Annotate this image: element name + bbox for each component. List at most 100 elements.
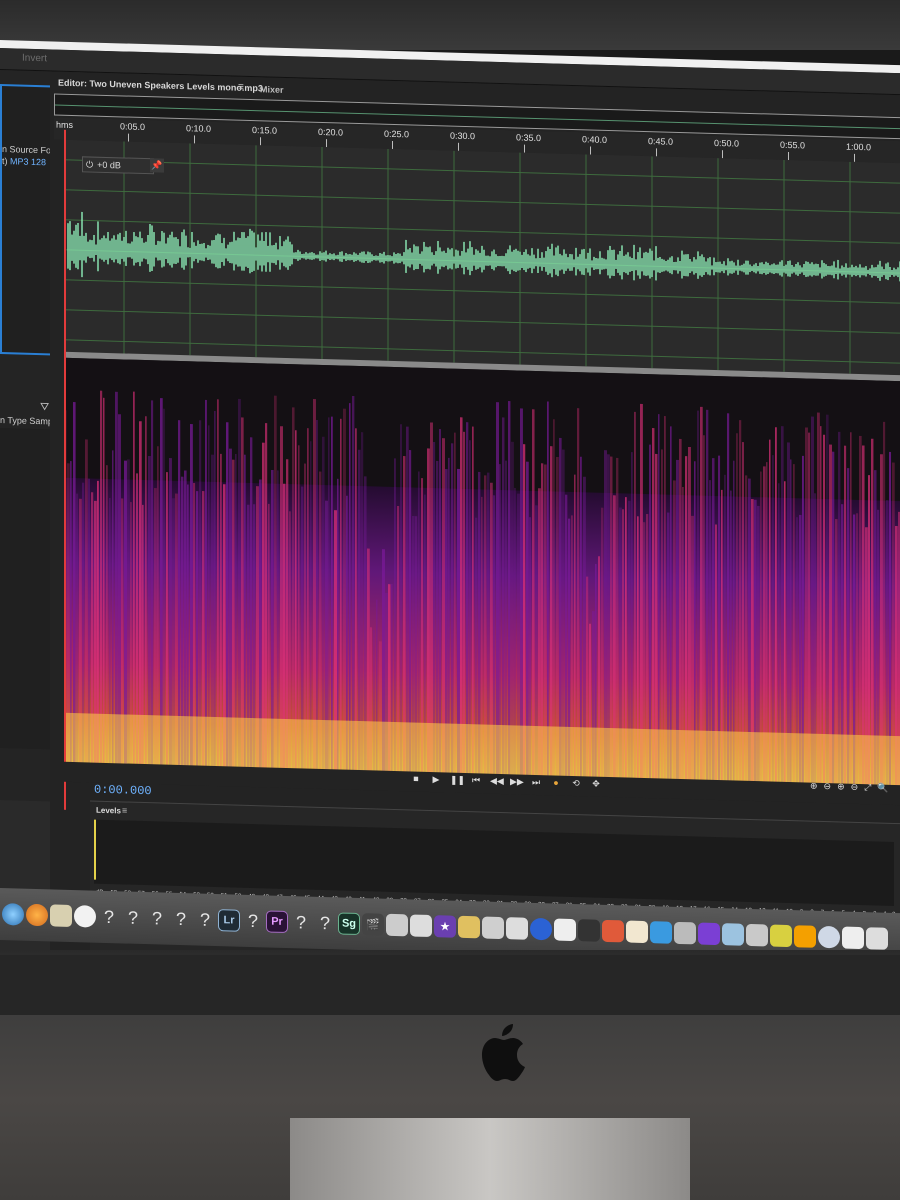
go-to-start-icon[interactable]: ⏮	[470, 775, 482, 786]
ruler-tick-label: 0:20.0	[318, 126, 344, 138]
spectrogram-band	[742, 442, 744, 782]
ruler-tick	[656, 148, 657, 157]
magnifier-app-icon[interactable]	[554, 918, 576, 942]
clapperboard-icon[interactable]: 🎬	[362, 913, 384, 936]
purple-app-icon[interactable]	[698, 922, 720, 946]
archive-app-icon[interactable]	[770, 924, 792, 948]
spectrogram-band	[331, 416, 333, 771]
spectrogram-band	[442, 438, 445, 774]
utility-app-icon[interactable]	[674, 921, 696, 945]
spectrogram-band	[406, 426, 409, 773]
quicktime-icon[interactable]	[818, 925, 840, 949]
spectrogram-band	[811, 416, 814, 784]
pen-app-icon[interactable]	[482, 916, 504, 940]
photos-app-icon[interactable]	[386, 913, 408, 937]
game-app-icon[interactable]	[602, 919, 624, 943]
spectral-frequency-display[interactable]	[64, 357, 900, 787]
spectrogram-band	[577, 408, 580, 778]
spectrogram-band	[355, 428, 357, 771]
unknown-app-icon[interactable]: ?	[146, 907, 168, 930]
chrome-icon[interactable]	[842, 926, 864, 950]
spectrogram-band	[349, 403, 351, 771]
waveform-signal	[67, 211, 900, 282]
hamburger-icon[interactable]: ≡	[238, 82, 244, 93]
spectrogram-band	[889, 451, 892, 786]
unknown-app-icon[interactable]: ?	[170, 908, 192, 931]
levels-menu-icon[interactable]: ≡	[122, 805, 127, 815]
zoom-out-time-icon[interactable]: ⊖	[851, 782, 859, 796]
spectrogram-band	[679, 438, 682, 781]
go-to-end-icon[interactable]: ⏭	[530, 777, 542, 788]
spectrogram-band	[532, 409, 535, 776]
unknown-app-icon[interactable]: ?	[290, 911, 312, 934]
image-capture-icon[interactable]	[410, 914, 432, 938]
rewind-icon[interactable]: ◀◀	[490, 776, 504, 787]
ruler-tick	[524, 144, 525, 153]
zoom-in-time-icon[interactable]: ⊕	[837, 781, 845, 795]
skip-selection-icon[interactable]: ✥	[590, 778, 602, 789]
speedgrade-icon[interactable]: Sg	[338, 912, 360, 936]
zoom-in-amplitude-icon[interactable]: ⊕	[810, 781, 818, 795]
sketch-app-icon[interactable]	[458, 915, 480, 939]
spectrogram-band	[670, 426, 672, 780]
unknown-app-icon[interactable]: ?	[98, 906, 120, 929]
cards-app-icon[interactable]	[626, 920, 648, 944]
script-editor-icon[interactable]	[506, 917, 528, 940]
file-row-format[interactable]: MP3 128	[10, 156, 46, 167]
lightroom-icon[interactable]: Lr	[218, 909, 240, 932]
preview-icon[interactable]	[50, 904, 72, 928]
unknown-app-icon[interactable]: ?	[242, 910, 264, 933]
spectrogram-band	[547, 401, 549, 777]
volume-knob-icon[interactable]: ⏻	[86, 159, 93, 170]
pin-icon[interactable]: 📌	[150, 158, 164, 173]
invert-menu-item[interactable]: Invert	[22, 53, 47, 65]
play-icon[interactable]: ▶	[430, 774, 442, 785]
spectrogram-band	[133, 391, 135, 765]
spectrogram-band	[706, 409, 709, 781]
loop-icon[interactable]: ⟲	[570, 778, 582, 789]
disk-utility-icon[interactable]	[578, 919, 600, 942]
ruler-tick-label: 0:55.0	[780, 139, 806, 151]
files-column-header[interactable]: n Source Fo	[2, 144, 51, 155]
premiere-icon[interactable]: Pr	[266, 910, 288, 934]
spectrogram-band	[640, 403, 643, 779]
pause-icon[interactable]: ❚❚	[450, 775, 465, 786]
spectrogram-band	[697, 410, 699, 781]
spectrogram-band	[214, 410, 216, 768]
fast-forward-icon[interactable]: ▶▶	[510, 776, 524, 787]
vlc-icon[interactable]	[794, 925, 816, 948]
headphones-app-icon[interactable]	[530, 917, 552, 941]
spectrogram-band	[838, 431, 841, 785]
spectrogram-band	[118, 414, 121, 765]
spectrogram-band	[736, 433, 738, 782]
playhead[interactable]	[64, 129, 66, 810]
zoom-full-icon[interactable]: ⤢	[864, 782, 871, 796]
unknown-app-icon[interactable]: ?	[122, 906, 144, 929]
keyboard-app-icon[interactable]	[746, 923, 768, 947]
document-app-icon[interactable]	[866, 927, 888, 950]
ruler-tick-label: 0:25.0	[384, 128, 410, 140]
blank-app-icon[interactable]	[74, 905, 96, 928]
gain-hud[interactable]: ⏻ +0 dB	[82, 156, 154, 175]
mixer-tab[interactable]: Mixer	[260, 84, 284, 95]
unknown-app-icon[interactable]: ?	[194, 908, 216, 931]
unknown-app-icon[interactable]: ?	[314, 912, 336, 935]
finder-globe-icon[interactable]	[2, 903, 24, 926]
editor-tab[interactable]: Editor: Two Uneven Speakers Levels mono.…	[58, 78, 263, 94]
cloud-app-icon[interactable]	[650, 921, 672, 944]
filter-icon[interactable]: ⛛	[40, 401, 49, 414]
record-icon[interactable]: ●	[550, 777, 562, 788]
zoom-selection-icon[interactable]: 🔍	[877, 783, 888, 797]
firefox-icon[interactable]	[26, 903, 48, 927]
waveform-display[interactable]	[64, 139, 900, 376]
stop-icon[interactable]: ■	[410, 773, 422, 784]
ruler-tick	[458, 142, 459, 151]
hud-gain-value: +0 dB	[97, 159, 121, 171]
spectrogram-band	[460, 417, 463, 774]
zoom-out-amplitude-icon[interactable]: ⊖	[824, 781, 832, 795]
star-app-icon[interactable]: ★	[434, 915, 456, 938]
landscape-app-icon[interactable]	[722, 923, 744, 946]
spectrogram-band	[199, 420, 202, 767]
spectrogram-band	[208, 425, 210, 767]
ruler-tick	[722, 150, 723, 159]
